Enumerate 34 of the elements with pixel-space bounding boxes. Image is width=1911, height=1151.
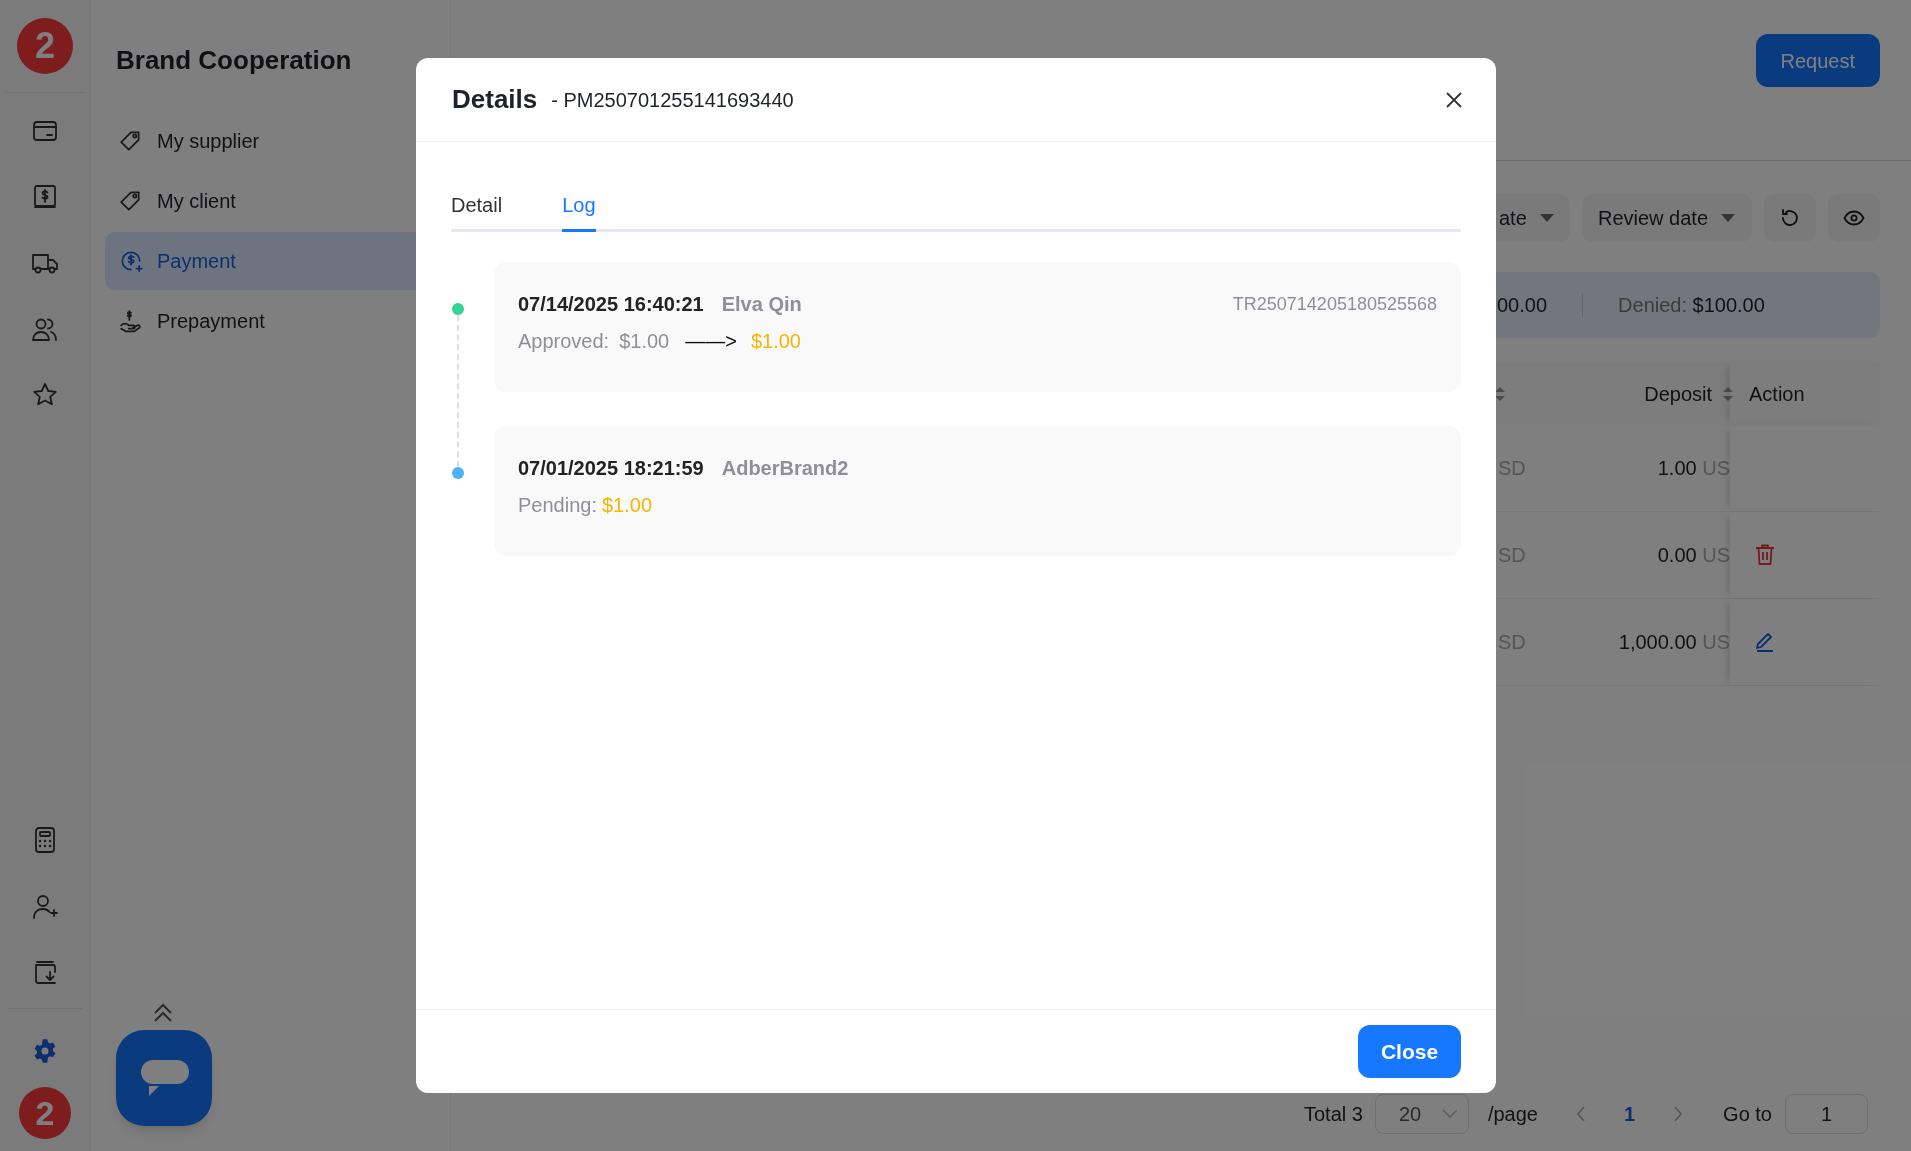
log-old-amount: $1.00 [619,329,670,354]
sidebar-item[interactable]: My client [105,172,436,230]
page-number[interactable]: 1 [1623,1099,1636,1129]
dialog-title: Details [452,83,538,116]
filter-dropdown[interactable]: Review date [1582,194,1752,242]
per-page-label: /page [1487,1102,1538,1127]
log-status: Approved: [518,329,610,354]
log-amount: $1.00 [601,493,653,518]
avatar[interactable]: 2 [17,18,73,74]
tab[interactable]: Detail [451,190,503,232]
log-amount: $1.00 [750,329,801,354]
sidebar-title: Brand Cooperation [116,44,353,76]
sidebar-item[interactable]: Prepayment [105,292,436,350]
dialog-subtitle: - PM250701255141693440 [551,87,794,113]
column-header[interactable]: Action [1730,362,1880,425]
close-button[interactable]: Close [1358,1025,1461,1078]
log-reference: TR250714205180525568 [1232,292,1437,316]
summary-value: Denied: $100.00 [1618,293,1765,318]
log-arrow: ——> [685,329,737,354]
log-user: Elva Qin [721,292,802,317]
log-time: 07/01/2025 18:21:59 [518,456,704,481]
column-header[interactable]: Deposit [1644,378,1712,409]
tab[interactable]: Log [562,190,596,232]
total-count: Total 3 [1303,1102,1363,1127]
sidebar-item[interactable]: My supplier [105,112,436,170]
go-to-label: Go to [1723,1102,1772,1127]
avatar[interactable]: 2 [19,1087,71,1139]
log-time: 07/14/2025 16:40:21 [518,292,704,317]
request-button[interactable]: Request [1755,34,1880,87]
log-user: AdberBrand2 [721,456,849,481]
page-size-select[interactable]: 20 [1374,1094,1469,1134]
page-input[interactable]: 1 [1785,1094,1868,1134]
log-status: Pending: [518,493,597,518]
summary-value: 00.00 [1497,293,1548,318]
